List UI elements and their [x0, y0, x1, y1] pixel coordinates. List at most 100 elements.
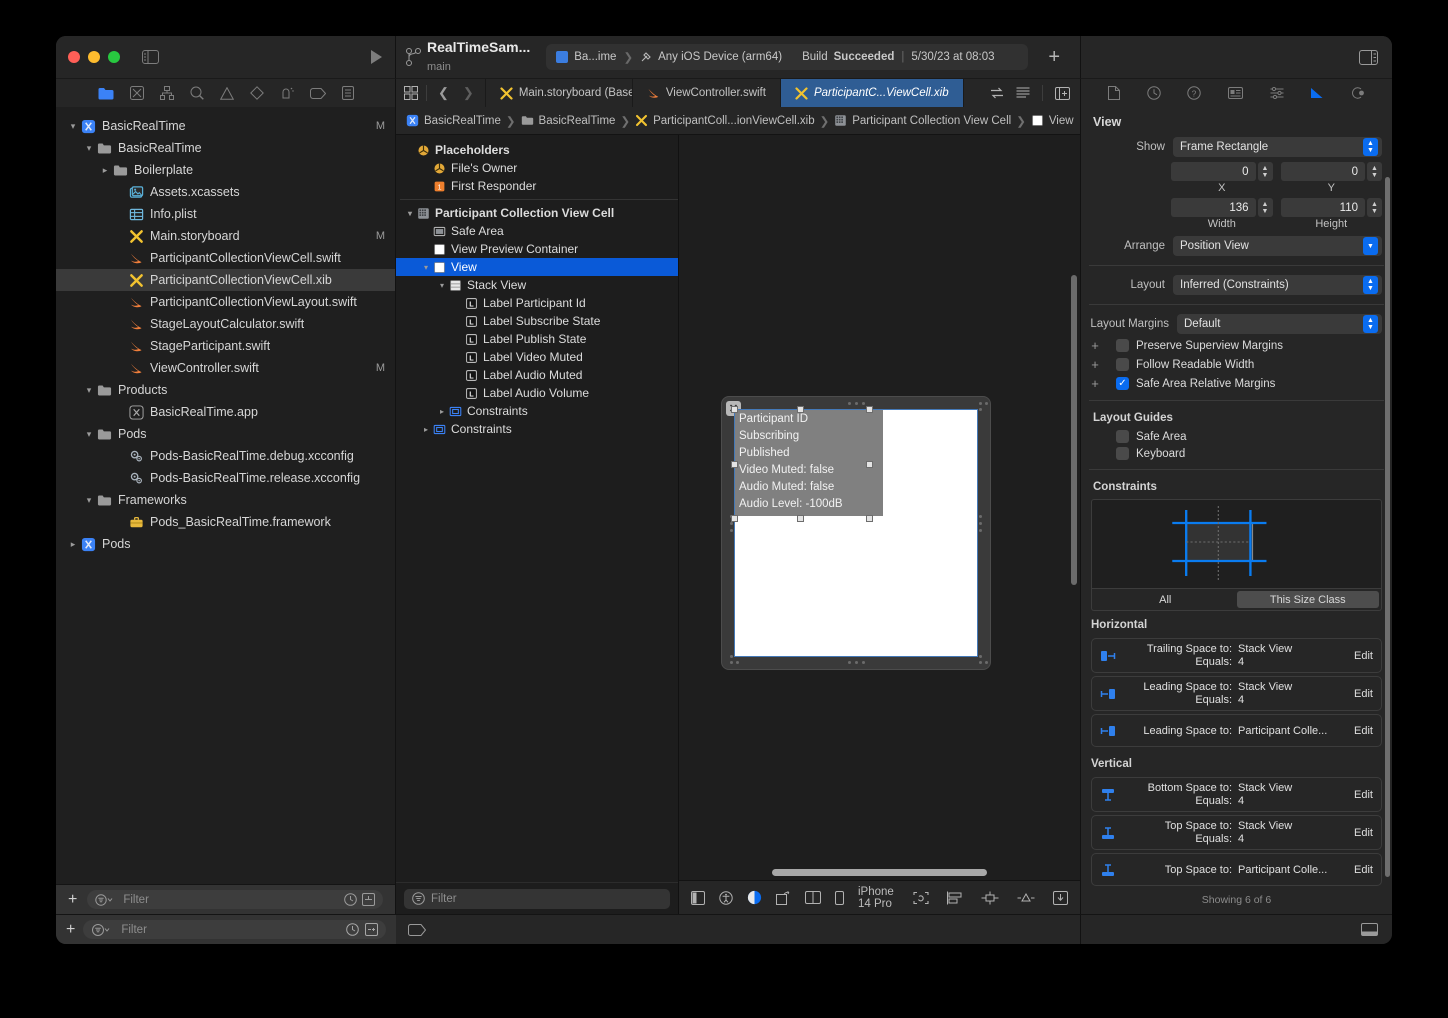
outline-filter-input[interactable]: Filter — [404, 888, 670, 909]
constraint-edit-button[interactable]: Edit — [1354, 650, 1373, 662]
x-field[interactable]: 0 — [1171, 162, 1256, 181]
constraint-row[interactable]: Top Space to: Stack View Equals: 4 Edit — [1091, 815, 1382, 850]
outline-row[interactable]: Safe Area — [396, 222, 678, 240]
outline-row[interactable]: View Preview Container — [396, 240, 678, 258]
file-row[interactable]: Pods-BasicRealTime.release.xcconfig — [56, 467, 395, 489]
add-button[interactable]: + — [66, 921, 75, 939]
zoom-window-button[interactable] — [108, 51, 120, 63]
constraint-row[interactable]: Trailing Space to: Stack View Equals: 4 Edit — [1091, 638, 1382, 673]
layout-guide-row[interactable]: Safe Area — [1081, 428, 1392, 445]
constraint-edit-button[interactable]: Edit — [1354, 864, 1373, 876]
checkbox[interactable]: ✓ — [1116, 377, 1129, 390]
file-row[interactable]: Info.plist — [56, 203, 395, 225]
activity-status-bar[interactable]: Ba...ime ❯ Any iOS Device (arm64) Build … — [546, 44, 1029, 70]
segment-button[interactable]: This Size Class — [1236, 591, 1379, 608]
outline-row[interactable]: ▸ Constraints — [396, 402, 678, 420]
resize-handle[interactable] — [731, 515, 738, 522]
segment-button[interactable]: All — [1094, 591, 1237, 608]
show-popup[interactable]: Frame Rectangle ▲ ▼ — [1173, 137, 1382, 157]
outline-row[interactable]: ▾ Participant Collection View Cell — [396, 204, 678, 222]
file-row[interactable]: BasicRealTime.app — [56, 401, 395, 423]
split-view-icon[interactable] — [805, 891, 821, 904]
file-row[interactable]: ▾ BasicRealTime M — [56, 115, 395, 137]
breadcrumb-item[interactable]: View — [1031, 114, 1074, 127]
outline-row[interactable]: L Label Participant Id — [396, 294, 678, 312]
resolve-issues-icon[interactable] — [1017, 891, 1035, 905]
add-file-button[interactable]: + — [68, 891, 77, 909]
accessibility-icon[interactable] — [719, 890, 733, 905]
outline-row[interactable]: 1 First Responder — [396, 177, 678, 195]
file-row[interactable]: ▸ Boilerplate — [56, 159, 395, 181]
checkbox[interactable] — [1116, 358, 1129, 371]
disclosure-triangle-icon[interactable]: ▸ — [66, 539, 80, 550]
add-editor-button[interactable]: + — [1038, 46, 1070, 69]
disclosure-triangle-icon[interactable]: ▸ — [98, 165, 112, 176]
source-control-icon[interactable] — [129, 86, 144, 100]
update-frames-icon[interactable] — [913, 891, 929, 905]
inspector-vertical-scrollbar[interactable] — [1385, 177, 1390, 877]
resize-handle[interactable] — [731, 461, 738, 468]
resize-handle[interactable] — [797, 515, 804, 522]
debug-navigator-icon[interactable] — [280, 86, 294, 100]
checkbox[interactable] — [1116, 430, 1129, 443]
disclosure-triangle-icon[interactable]: ▾ — [82, 429, 96, 440]
constraint-row[interactable]: Leading Space to: Participant Colle... Edi… — [1091, 714, 1382, 747]
related-items-icon[interactable] — [404, 86, 418, 100]
tab-main-storyboard[interactable]: Main.storyboard (Base) — [484, 79, 633, 107]
file-row[interactable]: Assets.xcassets — [56, 181, 395, 203]
outline-row[interactable]: Placeholders — [396, 141, 678, 159]
add-variation-button[interactable]: + — [1081, 357, 1109, 372]
device-name-label[interactable]: iPhone 14 Pro — [858, 886, 899, 910]
appearance-icon[interactable] — [747, 890, 762, 905]
outline-row[interactable]: L Label Video Muted — [396, 348, 678, 366]
constraint-row[interactable]: Leading Space to: Stack View Equals: 4 Edit — [1091, 676, 1382, 711]
report-navigator-icon[interactable] — [341, 86, 354, 100]
device-icon[interactable] — [835, 890, 844, 905]
outline-row[interactable]: L Label Subscribe State — [396, 312, 678, 330]
constraint-row[interactable]: Bottom Space to: Stack View Equals: 4 Edit — [1091, 777, 1382, 812]
checkbox[interactable] — [1116, 339, 1129, 352]
resize-handle[interactable] — [797, 406, 804, 413]
file-row[interactable]: ▸ Pods — [56, 533, 395, 555]
outline-row[interactable]: File's Owner — [396, 159, 678, 177]
disclosure-triangle-icon[interactable]: ▾ — [404, 209, 416, 218]
disclosure-triangle-icon[interactable]: ▸ — [436, 407, 448, 416]
height-field[interactable]: 110 — [1280, 198, 1365, 217]
checkbox[interactable] — [1116, 447, 1129, 460]
height-stepper[interactable]: ▲ ▼ — [1367, 198, 1382, 217]
minimap-icon[interactable] — [1016, 87, 1030, 99]
breadcrumb[interactable]: BasicRealTime ❯ BasicRealTime ❯ ParticipantC… — [396, 107, 1080, 135]
history-inspector-icon[interactable] — [1147, 86, 1161, 100]
file-tree[interactable]: ▾ BasicRealTime M ▾ BasicRealTime ▸ Boilerplat… — [56, 107, 395, 884]
constraint-row[interactable]: Top Space to: Participant Colle... Edit — [1091, 853, 1382, 886]
resize-handle[interactable] — [866, 461, 873, 468]
file-row[interactable]: Main.storyboard M — [56, 225, 395, 247]
layout-margins-popup[interactable]: Default ▲ ▼ — [1177, 314, 1382, 334]
test-navigator-icon[interactable] — [249, 86, 264, 100]
constraints-diagram[interactable] — [1091, 499, 1382, 589]
library-icon[interactable] — [408, 923, 426, 936]
file-row[interactable]: ViewController.swift M — [56, 357, 395, 379]
bottom-filter-input[interactable]: Filter — [83, 920, 386, 939]
file-row[interactable]: StageParticipant.swift — [56, 335, 395, 357]
outline-row[interactable]: L Label Audio Volume — [396, 384, 678, 402]
go-forward-button[interactable]: ❯ — [460, 85, 477, 101]
disclosure-triangle-icon[interactable]: ▾ — [66, 121, 80, 132]
orientation-icon[interactable] — [776, 890, 791, 905]
traffic-lights[interactable] — [68, 51, 120, 63]
warning-icon[interactable] — [219, 86, 234, 100]
file-row[interactable]: Pods_BasicRealTime.framework — [56, 511, 395, 533]
file-row[interactable]: ▾ BasicRealTime — [56, 137, 395, 159]
breakpoint-navigator-icon[interactable] — [309, 87, 326, 99]
branch-indicator[interactable]: RealTimeSam... main — [406, 39, 530, 74]
add-constraints-icon[interactable] — [981, 891, 999, 905]
run-button[interactable] — [369, 49, 383, 65]
arrange-popup[interactable]: Position View ▼ — [1173, 236, 1382, 256]
constraint-edit-button[interactable]: Edit — [1354, 789, 1373, 801]
outline-row[interactable]: L Label Audio Muted — [396, 366, 678, 384]
disclosure-triangle-icon[interactable]: ▾ — [82, 143, 96, 154]
size-inspector-icon[interactable] — [1310, 87, 1324, 99]
file-row[interactable]: ▾ Frameworks — [56, 489, 395, 511]
file-row[interactable]: StageLayoutCalculator.swift — [56, 313, 395, 335]
minimize-window-button[interactable] — [88, 51, 100, 63]
